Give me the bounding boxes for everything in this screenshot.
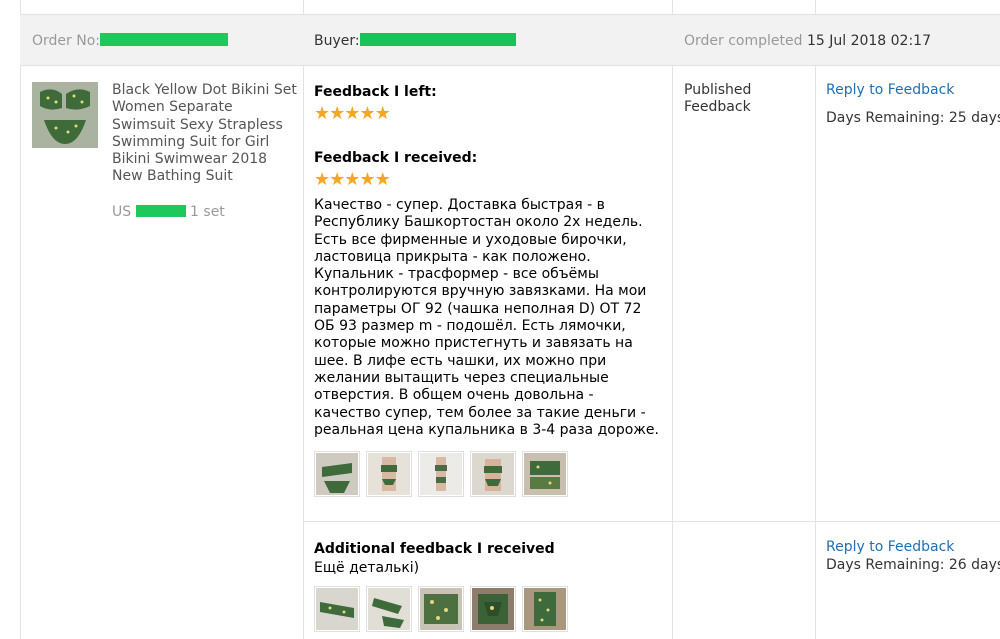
star-icon: ★ [374, 103, 391, 124]
feedback-left-heading: Feedback I left: [314, 84, 437, 100]
buyer: Buyer: [314, 32, 516, 50]
column-divider-product [303, 0, 304, 639]
order-number-label: Order No: [32, 33, 100, 49]
days-remaining: Days Remaining: 25 days [826, 110, 1000, 126]
column-divider-feedback [672, 0, 673, 639]
product-quantity: 1 set [190, 204, 225, 220]
star-icon: ★ [344, 169, 360, 190]
redacted-price [135, 205, 186, 217]
additional-feedback-text: Ещё деталькі) [314, 560, 420, 576]
additional-feedback-photos [314, 586, 568, 632]
feedback-photo[interactable] [418, 451, 464, 497]
star-icon: ★ [329, 169, 345, 190]
feedback-left-rating: ★★★★★ [314, 103, 391, 124]
feedback-received-text: Качество - супер. Доставка быстрая - в Р… [314, 197, 659, 438]
feedback-photo[interactable] [314, 586, 360, 632]
price-currency: US [112, 204, 132, 220]
feedback-photo[interactable] [366, 451, 412, 497]
feedback-photo[interactable] [366, 586, 412, 632]
reply-to-feedback-link-2[interactable]: Reply to Feedback [826, 539, 954, 555]
additional-feedback-heading: Additional feedback I received [314, 541, 555, 557]
feedback-photos [314, 451, 568, 497]
feedback-photo[interactable] [470, 451, 516, 497]
product-title-link[interactable]: Black Yellow Dot Bikini Set Women Separa… [112, 82, 298, 186]
order-date: 15 Jul 2018 02:17 [806, 33, 931, 49]
star-icon: ★ [314, 103, 330, 124]
redacted-order-number [100, 33, 228, 46]
star-icon: ★ [374, 169, 391, 190]
order-number: Order No: [32, 32, 228, 50]
feedback-photo[interactable] [418, 586, 464, 632]
feedback-received-rating: ★★★★★ [314, 169, 391, 190]
feedback-photo[interactable] [522, 451, 568, 497]
star-icon: ★ [359, 103, 375, 124]
star-icon: ★ [314, 169, 330, 190]
column-divider-status [815, 0, 816, 639]
redacted-buyer-name [359, 33, 516, 46]
order-status-label: Order completed [684, 33, 803, 49]
row-divider [303, 521, 1000, 522]
feedback-status: Published Feedback [684, 82, 752, 116]
feedback-photo[interactable] [522, 586, 568, 632]
table-border-left [20, 0, 21, 639]
feedback-photo[interactable] [314, 451, 360, 497]
days-remaining-2: Days Remaining: 26 days [826, 557, 1000, 573]
product-image [32, 82, 98, 148]
product-price-line: US 1 set [112, 204, 225, 220]
star-icon: ★ [359, 169, 375, 190]
product-thumbnail[interactable] [32, 82, 98, 148]
buyer-label: Buyer: [314, 33, 360, 49]
reply-to-feedback-link[interactable]: Reply to Feedback [826, 82, 954, 98]
order-status: Order completed 15 Jul 2018 02:17 [684, 32, 931, 50]
feedback-photo[interactable] [470, 586, 516, 632]
feedback-received-heading: Feedback I received: [314, 150, 478, 166]
star-icon: ★ [329, 103, 345, 124]
star-icon: ★ [344, 103, 360, 124]
